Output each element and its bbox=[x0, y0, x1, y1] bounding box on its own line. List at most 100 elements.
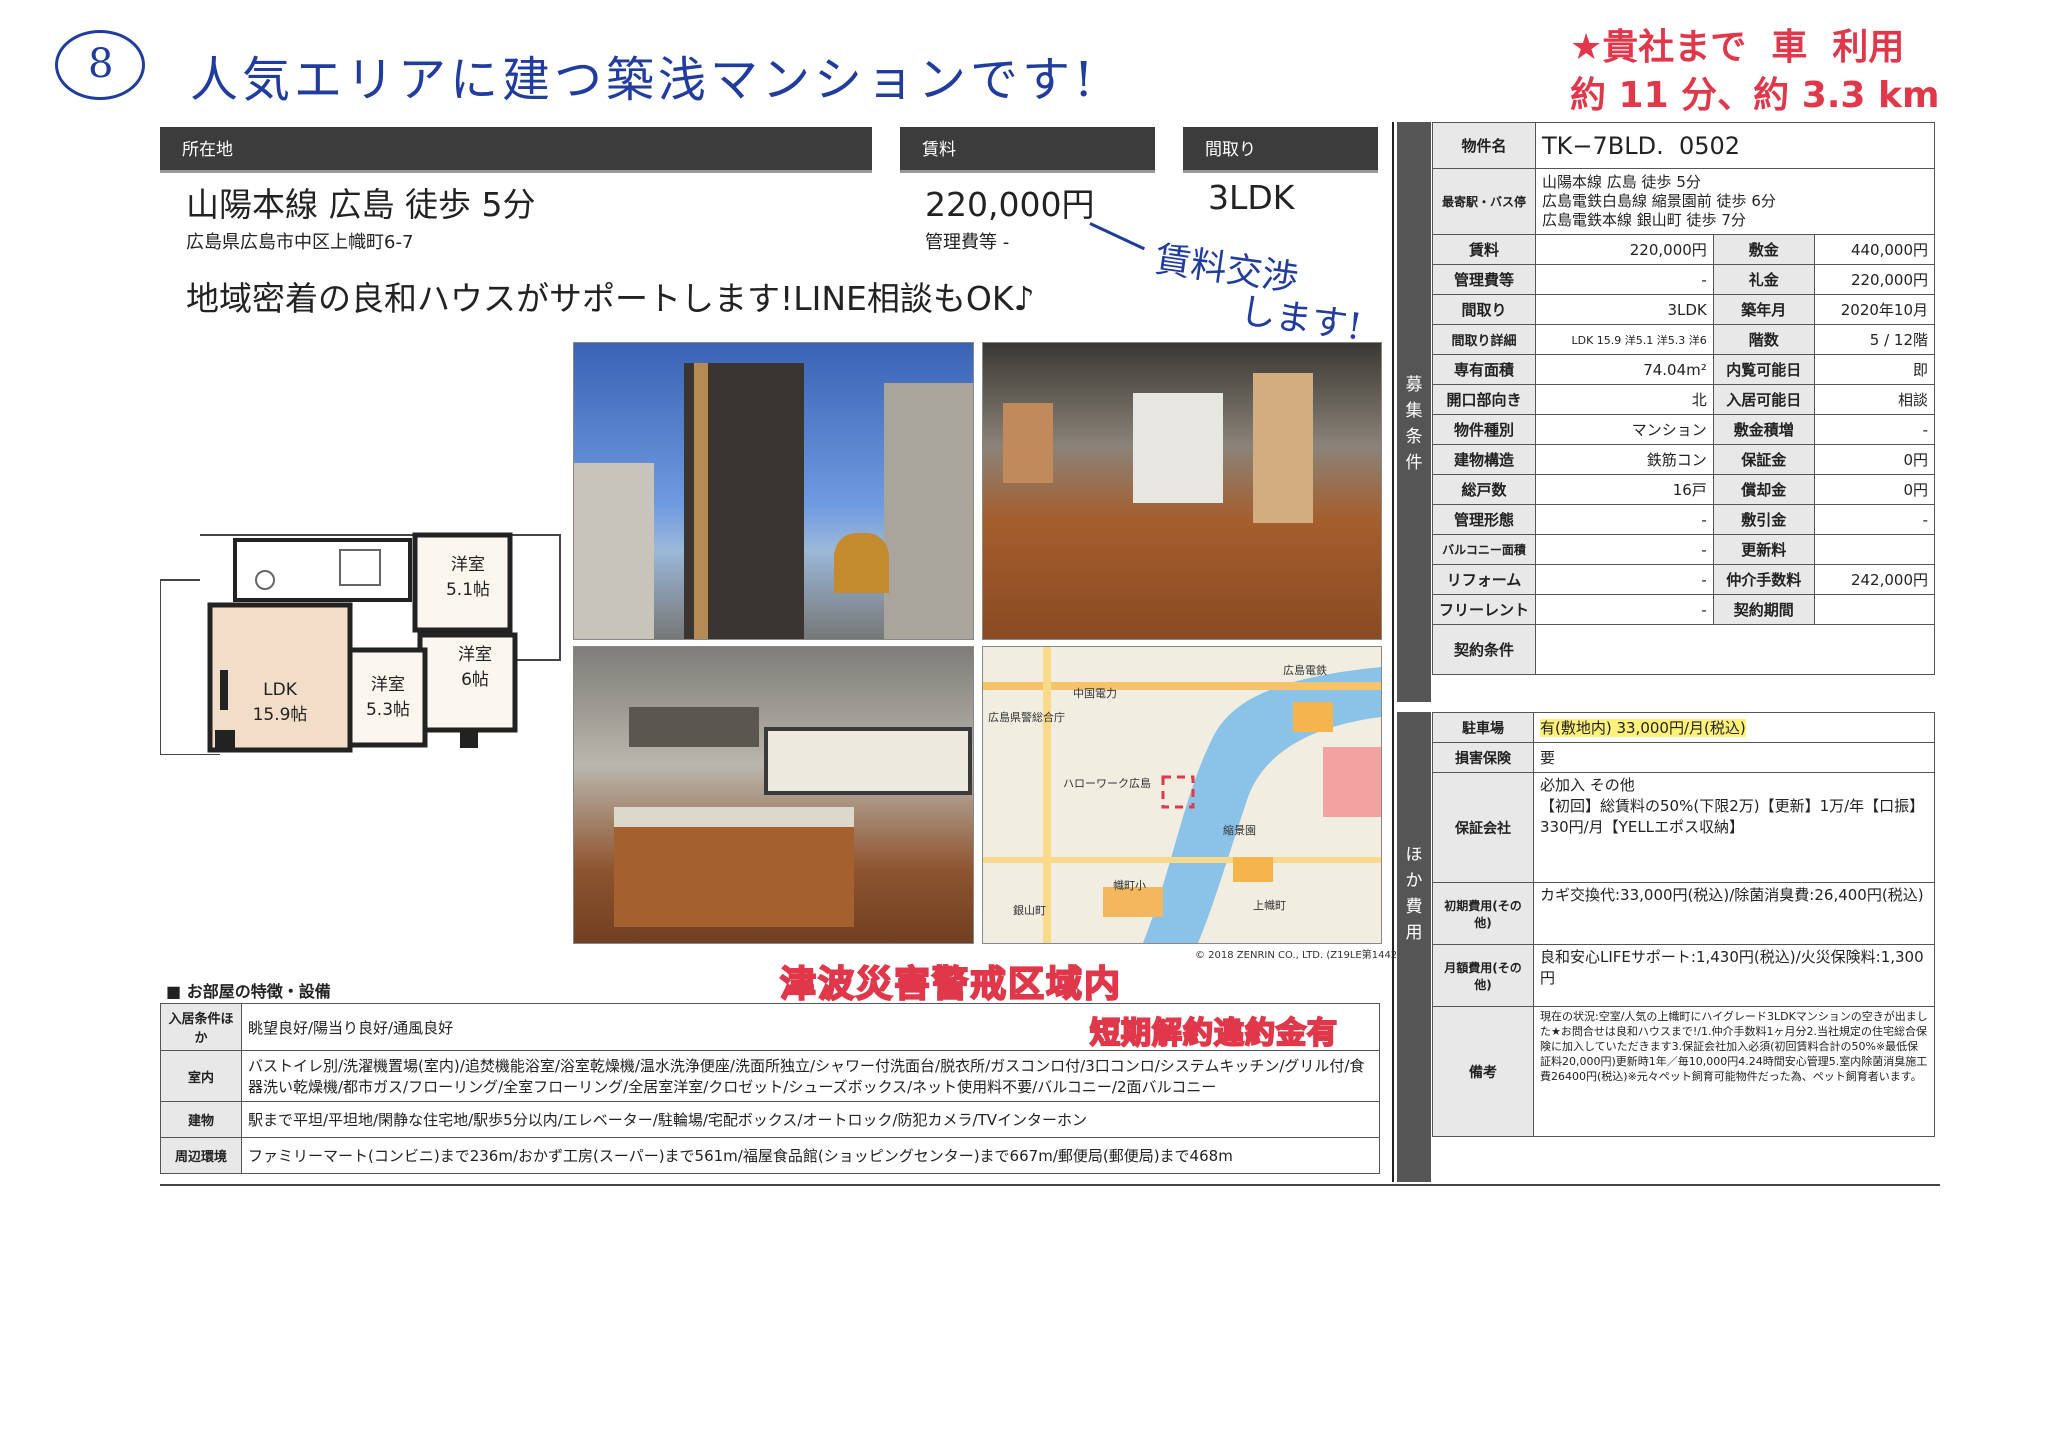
boshu-row: リフォーム - 仲介手数料 242,000円 bbox=[1431, 564, 1936, 595]
cell-value: - bbox=[1535, 534, 1714, 565]
boshu-row-name: 物件名 TK−7BLD. 0502 bbox=[1431, 122, 1935, 169]
property-name-value: TK−7BLD. 0502 bbox=[1535, 122, 1935, 169]
boshu-side-label: 募集条件 bbox=[1397, 122, 1431, 702]
handwritten-top-note: 人気エリアに建つ築浅マンションです! bbox=[190, 52, 1098, 108]
parking-value-cell: 有(敷地内) 33,000円/月(税込) bbox=[1533, 712, 1935, 743]
guarantee-value: 必加入 その他 【初回】総賃料の50%(下限2万)【更新】1万/年【口振】330… bbox=[1533, 772, 1935, 883]
boshu-table: 物件名 TK−7BLD. 0502 最寄駅・バス停 山陽本線 広島 徒歩 5分 … bbox=[1431, 122, 1936, 675]
cell-label: 築年月 bbox=[1712, 294, 1815, 325]
features-row: 建物 駅まで平坦/平坦地/閑静な住宅地/駅歩5分以内/エレベーター/駐輪場/宅配… bbox=[160, 1101, 1380, 1138]
features-row-label: 入居条件ほか bbox=[160, 1003, 242, 1051]
rent-header-label: 賃料 bbox=[922, 140, 956, 160]
cell-label: 償却金 bbox=[1712, 474, 1815, 505]
cell-value: 2020年10月 bbox=[1813, 294, 1936, 325]
cell-value: 即 bbox=[1813, 354, 1936, 385]
cell-label: 間取り bbox=[1431, 294, 1537, 325]
map-image: 広島県警総合庁 中国電力 ハローワーク広島 縮景園 幟町小 上幟町 広島電鉄 銀… bbox=[982, 646, 1382, 944]
cell-label: 管理形態 bbox=[1431, 504, 1537, 535]
initial-cost-label: 初期費用(その他) bbox=[1432, 882, 1534, 945]
boshu-side-label-text: 募集条件 bbox=[1405, 375, 1423, 473]
room3-label: 洋室 5.3帖 bbox=[358, 670, 418, 720]
floor-plan: 洋室 5.1帖 洋室 6帖 洋室 5.3帖 LDK 15.9帖 bbox=[159, 520, 565, 756]
cell-value: 5 / 12階 bbox=[1813, 324, 1936, 355]
boshu-row: 間取り 3LDK 築年月 2020年10月 bbox=[1431, 294, 1936, 325]
cell-label: 敷引金 bbox=[1712, 504, 1815, 535]
ldk-size: 15.9帖 bbox=[252, 705, 308, 725]
property-name-label: 物件名 bbox=[1431, 122, 1537, 169]
monthly-cost-value: 良和安心LIFEサポート:1,430円(税込)/火災保険料:1,300円 bbox=[1533, 944, 1935, 1007]
address-text: 広島県広島市中区上幟町6-7 bbox=[186, 232, 414, 253]
cell-label: 仲介手数料 bbox=[1712, 564, 1815, 595]
cell-value: - bbox=[1813, 504, 1936, 535]
cell-label: 礼金 bbox=[1712, 264, 1815, 295]
rent-value: 220,000円 bbox=[925, 185, 1095, 224]
cell-value: - bbox=[1535, 264, 1714, 295]
cell-label: 階数 bbox=[1712, 324, 1815, 355]
photo-kitchen bbox=[573, 646, 974, 944]
boshu-row-station: 最寄駅・バス停 山陽本線 広島 徒歩 5分 広島電鉄白島線 縮景園前 徒歩 6分… bbox=[1431, 168, 1935, 235]
handwritten-red-note-2: 約 11 分、約 3.3 km bbox=[1570, 75, 1940, 116]
cell-value bbox=[1813, 594, 1936, 625]
cell-label: 敷金 bbox=[1712, 234, 1815, 265]
features-row: 室内 バストイレ別/洗濯機置場(室内)/追焚機能浴室/浴室乾燥機/温水洗浄便座/… bbox=[160, 1050, 1380, 1102]
features-row-value: 駅まで平坦/平坦地/閑静な住宅地/駅歩5分以内/エレベーター/駐輪場/宅配ボック… bbox=[241, 1101, 1380, 1138]
cell-value: - bbox=[1813, 414, 1936, 445]
cell-value: 相談 bbox=[1813, 384, 1936, 415]
cell-value: 74.04m² bbox=[1535, 354, 1714, 385]
layout-header: 間取り bbox=[1183, 127, 1378, 173]
hoka-table: 駐車場 有(敷地内) 33,000円/月(税込) 損害保険 要 保証会社 必加入… bbox=[1432, 712, 1935, 1137]
hoka-row: 保証会社 必加入 その他 【初回】総賃料の50%(下限2万)【更新】1万/年【口… bbox=[1432, 772, 1935, 883]
cell-label: 物件種別 bbox=[1431, 414, 1537, 445]
cell-value: 0円 bbox=[1813, 474, 1936, 505]
station-line: 広島電鉄本線 銀山町 徒歩 7分 bbox=[1542, 211, 1746, 229]
room2-size: 6帖 bbox=[461, 670, 489, 690]
cell-label: 建物構造 bbox=[1431, 444, 1537, 475]
hoka-row: 初期費用(その他) カギ交換代:33,000円(税込)/除菌消臭費:26,400… bbox=[1432, 882, 1935, 945]
station-line: 広島電鉄白島線 縮景園前 徒歩 6分 bbox=[1542, 192, 1776, 210]
boshu-row: 総戸数 16戸 償却金 0円 bbox=[1431, 474, 1936, 505]
bottom-rule bbox=[160, 1184, 1940, 1186]
circled-number-text: 8 bbox=[88, 41, 114, 87]
cell-value: LDK 15.9 洋5.1 洋5.3 洋6 bbox=[1535, 324, 1714, 355]
circled-number: 8 bbox=[55, 30, 145, 100]
cell-value bbox=[1813, 534, 1936, 565]
cell-label: 開口部向き bbox=[1431, 384, 1537, 415]
cell-value: マンション bbox=[1535, 414, 1714, 445]
map-label-6: 上幟町 bbox=[1253, 899, 1286, 912]
boshu-row: フリーレント - 契約期間 bbox=[1431, 594, 1936, 625]
cell-label: 内覧可能日 bbox=[1712, 354, 1815, 385]
boshu-row: 間取り詳細 LDK 15.9 洋5.1 洋5.3 洋6 階数 5 / 12階 bbox=[1431, 324, 1936, 355]
contract-value bbox=[1535, 624, 1935, 675]
stamp-tsunami: 津波災害警戒区域内 bbox=[779, 963, 1123, 1006]
room1-label: 洋室 5.1帖 bbox=[438, 550, 498, 600]
boshu-row: バルコニー面積 - 更新料 bbox=[1431, 534, 1936, 565]
rent-note-2: します! bbox=[1237, 290, 1365, 349]
cell-label: バルコニー面積 bbox=[1431, 534, 1537, 565]
ldk-label: LDK 15.9帖 bbox=[245, 680, 315, 725]
access-text: 山陽本線 広島 徒歩 5分 bbox=[186, 185, 536, 224]
cell-value: - bbox=[1535, 504, 1714, 535]
station-line: 山陽本線 広島 徒歩 5分 bbox=[1542, 173, 1701, 191]
cell-label: 保証金 bbox=[1712, 444, 1815, 475]
features-row-value: ファミリーマート(コンビニ)まで236m/おかず工房(スーパー)まで561m/福… bbox=[241, 1137, 1380, 1174]
cell-value: 16戸 bbox=[1535, 474, 1714, 505]
map-label-2: 中国電力 bbox=[1073, 687, 1117, 700]
cell-value: 440,000円 bbox=[1813, 234, 1936, 265]
rent-header: 賃料 bbox=[900, 127, 1155, 173]
hoka-row: 損害保険 要 bbox=[1432, 742, 1935, 773]
map-label-7: 広島電鉄 bbox=[1283, 664, 1327, 677]
map-label-3: ハローワーク広島 bbox=[1063, 777, 1151, 790]
cell-label: 入居可能日 bbox=[1712, 384, 1815, 415]
boshu-row-contract: 契約条件 bbox=[1431, 624, 1935, 675]
cell-value: - bbox=[1535, 594, 1714, 625]
layout-value: 3LDK bbox=[1208, 178, 1295, 217]
cell-label: 専有面積 bbox=[1431, 354, 1537, 385]
cell-label: リフォーム bbox=[1431, 564, 1537, 595]
cell-value: 0円 bbox=[1813, 444, 1936, 475]
features-row-label: 周辺環境 bbox=[160, 1137, 242, 1174]
mgmt-fee-text: 管理費等 - bbox=[925, 232, 1010, 253]
room3-size: 5.3帖 bbox=[365, 700, 411, 720]
cell-label: 間取り詳細 bbox=[1431, 324, 1537, 355]
cell-value: 3LDK bbox=[1535, 294, 1714, 325]
room2-label: 洋室 6帖 bbox=[445, 640, 505, 690]
